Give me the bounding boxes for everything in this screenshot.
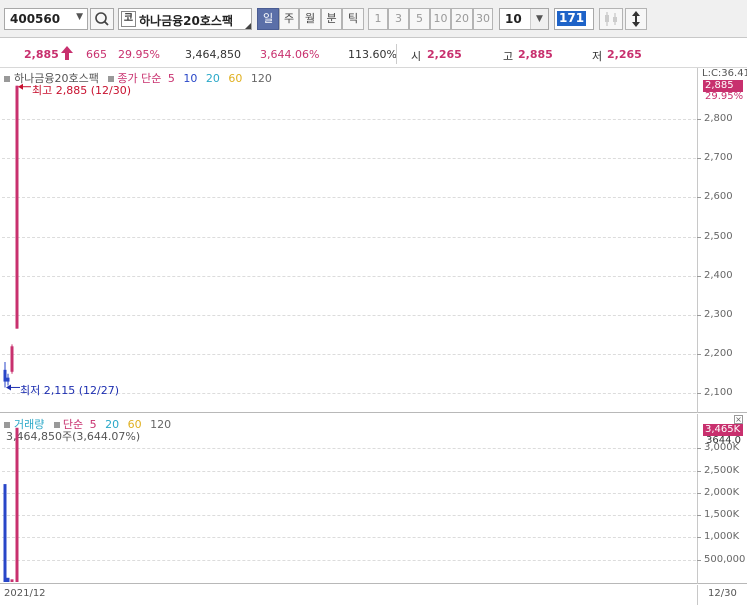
volume-tick-mark xyxy=(697,448,701,450)
interval-30-button[interactable]: 30 xyxy=(473,8,493,30)
count-input-value: 171 xyxy=(557,11,587,26)
quote-info-row: 2,885 665 29.95% 3,464,850 3,644.06% 113… xyxy=(0,38,747,68)
high-annotation: 최고 2,885 (12/30) xyxy=(32,84,132,97)
volume-chart-panel: 3,000K 2,500K 2,000K 1,500K 1,000K 500,0… xyxy=(0,414,747,584)
volume-tick-mark xyxy=(697,492,701,494)
price-tick-label: 2,700 xyxy=(704,152,733,164)
candle-body xyxy=(6,377,10,382)
x-axis-start-date: 2021/12 xyxy=(4,588,46,599)
stock-code-value: 400560 xyxy=(10,12,61,26)
close-icon[interactable]: × xyxy=(734,415,743,424)
price-chart-plot xyxy=(3,83,31,391)
price-tick-label: 2,100 xyxy=(704,387,733,399)
volume-tick-label: 500,000 xyxy=(704,553,746,565)
volume-tick-mark xyxy=(697,470,701,472)
period-minute-button[interactable]: 분 xyxy=(321,8,342,30)
volume-tick-label: 2,000K xyxy=(704,486,740,498)
divider xyxy=(396,44,397,64)
count-select[interactable]: 10 ▼ xyxy=(499,8,549,30)
price-tick-mark xyxy=(697,275,701,277)
candle-body xyxy=(15,85,19,329)
open-value: 2,265 xyxy=(427,48,462,61)
market-badge: 코 xyxy=(121,11,136,27)
price-tick-mark xyxy=(697,314,701,316)
price-tick-mark xyxy=(697,354,701,356)
volume-chart-plot xyxy=(3,427,19,582)
volume-tick-label: 1,500K xyxy=(704,509,740,521)
candle-body xyxy=(10,346,14,372)
chevron-down-icon[interactable]: ▼ xyxy=(76,12,83,22)
period-weekly-button[interactable]: 주 xyxy=(279,8,299,30)
last-percent-label: 29.95% xyxy=(705,91,744,102)
period-tick-button[interactable]: 틱 xyxy=(342,8,364,30)
low-value: 2,265 xyxy=(607,48,642,61)
price-chart-panel: 2,800 2,700 2,600 2,500 2,400 2,300 2,20… xyxy=(0,68,747,413)
count-input[interactable]: 171 xyxy=(554,8,594,30)
vertical-resize-button[interactable] xyxy=(625,8,647,30)
price-change-percent: 29.95% xyxy=(118,48,160,61)
open-label: 시 xyxy=(411,50,422,63)
price-tick-label: 2,300 xyxy=(704,308,733,320)
chevron-down-icon[interactable]: ▼ xyxy=(530,9,548,29)
candle-body xyxy=(3,369,7,382)
low-label: 저 xyxy=(592,50,603,63)
x-axis-footer: 2021/12 12/30 xyxy=(0,585,747,605)
high-value: 2,885 xyxy=(518,48,553,61)
price-tick-label: 2,200 xyxy=(704,348,733,360)
price-tick-mark xyxy=(697,197,701,199)
left-arrow-icon xyxy=(18,83,23,90)
axis-top-label: L:C:36.41 xyxy=(702,68,747,79)
interval-5-button[interactable]: 5 xyxy=(409,8,430,30)
volume-bar xyxy=(3,484,7,582)
divider xyxy=(697,585,698,605)
period-monthly-button[interactable]: 월 xyxy=(299,8,321,30)
volume-axis-line xyxy=(697,414,698,584)
volume-value: 3,464,850 xyxy=(185,48,241,61)
price-tick-mark xyxy=(697,119,701,121)
interval-20-button[interactable]: 20 xyxy=(451,8,473,30)
period-daily-button[interactable]: 일 xyxy=(257,8,279,30)
candlestick-icon xyxy=(605,12,617,26)
volume-bar xyxy=(6,577,10,582)
volume-tick-mark xyxy=(697,515,701,517)
arrow-up-icon xyxy=(61,46,73,60)
volume-bar xyxy=(10,579,14,582)
search-icon xyxy=(95,12,109,26)
corner-triangle-icon xyxy=(245,23,251,29)
stock-name-field[interactable]: 코 하나금융20호스팩 xyxy=(118,8,252,30)
stock-code-combobox[interactable]: 400560 ▼ xyxy=(4,8,88,30)
interval-1-button[interactable]: 1 xyxy=(368,8,388,30)
volume-ratio: 113.60% xyxy=(348,48,397,61)
price-tick-label: 2,500 xyxy=(704,230,733,242)
price-change: 665 xyxy=(86,48,107,61)
volume-tick-label: 2,500K xyxy=(704,464,740,476)
interval-10-button[interactable]: 10 xyxy=(430,8,451,30)
price-tick-mark xyxy=(697,158,701,160)
search-button[interactable] xyxy=(90,8,114,30)
interval-3-button[interactable]: 3 xyxy=(388,8,409,30)
volume-tick-label: 1,000K xyxy=(704,531,740,543)
up-down-arrow-icon xyxy=(632,11,640,27)
price-tick-label: 2,600 xyxy=(704,191,733,203)
volume-tick-mark xyxy=(697,537,701,539)
candle-style-button[interactable] xyxy=(599,8,623,30)
x-axis-end-date: 12/30 xyxy=(708,588,737,599)
volume-change-percent: 3,644.06% xyxy=(260,48,320,61)
volume-bar xyxy=(15,427,19,582)
price-tick-mark xyxy=(697,393,701,395)
high-label: 고 xyxy=(503,50,514,63)
volume-tick-mark xyxy=(697,559,701,561)
last-volume-percent: 3644.0 xyxy=(706,435,741,446)
price-tick-mark xyxy=(697,236,701,238)
count-select-value: 10 xyxy=(505,12,522,26)
stock-name: 하나금융20호스팩 xyxy=(139,14,233,28)
toolbar: 400560 ▼ 코 하나금융20호스팩 일 주 월 분 틱 1 3 5 10 … xyxy=(0,0,747,38)
price-tick-label: 2,400 xyxy=(704,269,733,281)
price-tick-label: 2,800 xyxy=(704,113,733,125)
low-annotation: 최저 2,115 (12/27) xyxy=(20,384,120,397)
current-price: 2,885 xyxy=(24,48,59,61)
